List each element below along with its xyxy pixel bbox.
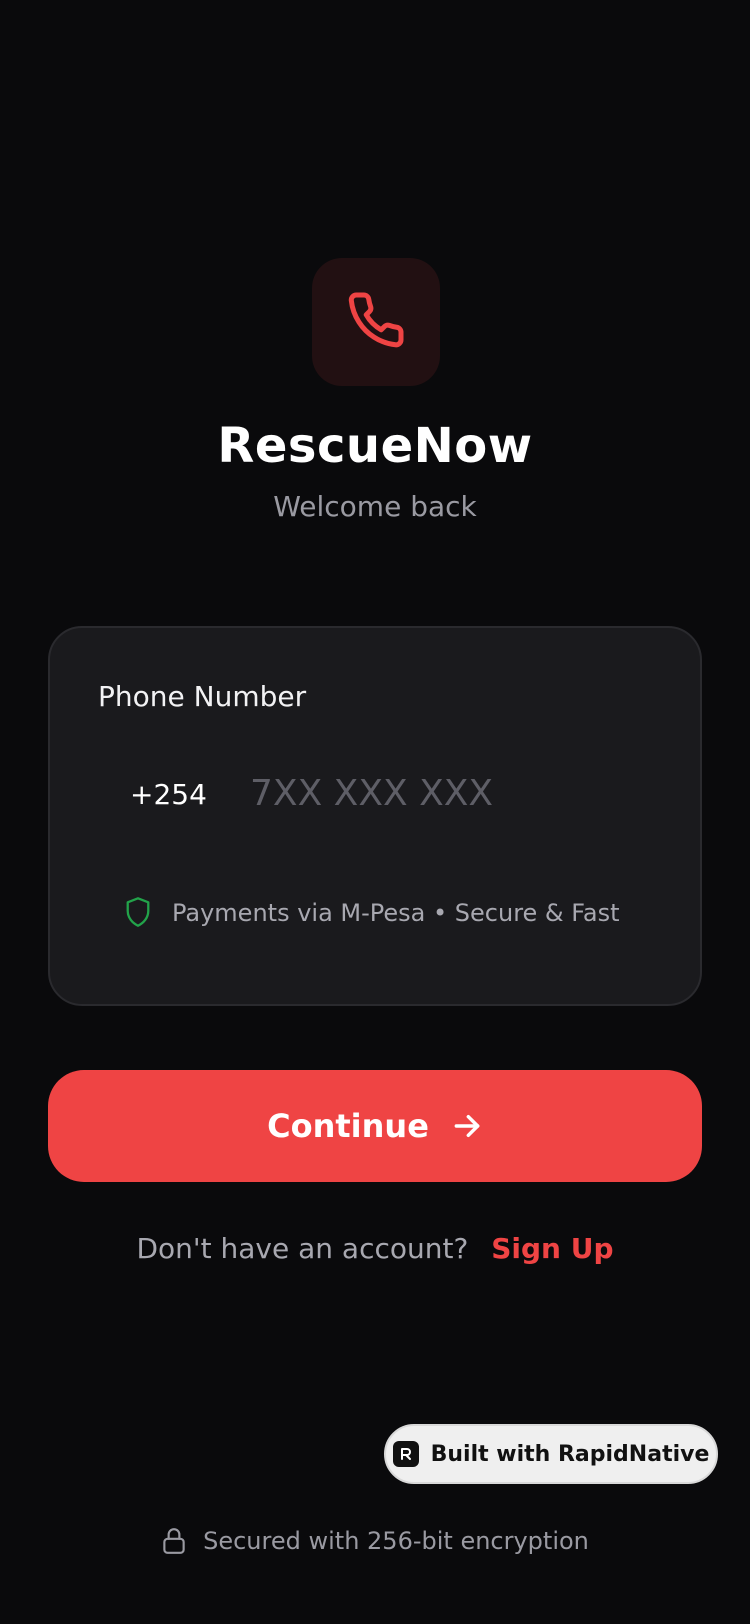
- phone-number-input[interactable]: [250, 758, 650, 828]
- sign-up-link[interactable]: Sign Up: [491, 1232, 613, 1265]
- arrow-right-icon: [451, 1110, 483, 1142]
- phone-card: Phone Number +254 Payments via M-Pesa • …: [48, 626, 702, 1006]
- built-with-badge[interactable]: Built with RapidNative: [384, 1424, 718, 1484]
- app-title: RescueNow: [217, 418, 533, 474]
- country-code[interactable]: +254: [130, 778, 207, 811]
- phone-number-label: Phone Number: [98, 680, 307, 713]
- encryption-text: Secured with 256-bit encryption: [203, 1527, 589, 1555]
- phone-icon: [346, 290, 406, 354]
- secure-note-text: Payments via M-Pesa • Secure & Fast: [172, 899, 620, 927]
- lock-icon: [161, 1526, 187, 1556]
- continue-button[interactable]: Continue: [48, 1070, 702, 1182]
- rapidnative-logo-icon: [392, 1441, 419, 1467]
- signup-prompt: Don't have an account?: [136, 1232, 469, 1265]
- signup-row: Don't have an account? Sign Up: [0, 1232, 750, 1265]
- encryption-footer: Secured with 256-bit encryption: [0, 1526, 750, 1556]
- app-logo: [312, 258, 440, 386]
- welcome-subtitle: Welcome back: [273, 490, 477, 523]
- login-screen: RescueNow Welcome back Phone Number +254…: [0, 0, 750, 1624]
- shield-icon: [124, 896, 154, 930]
- badge-label: Built with RapidNative: [430, 1441, 710, 1467]
- secure-payment-note: Payments via M-Pesa • Secure & Fast: [124, 896, 620, 930]
- continue-label: Continue: [267, 1107, 429, 1145]
